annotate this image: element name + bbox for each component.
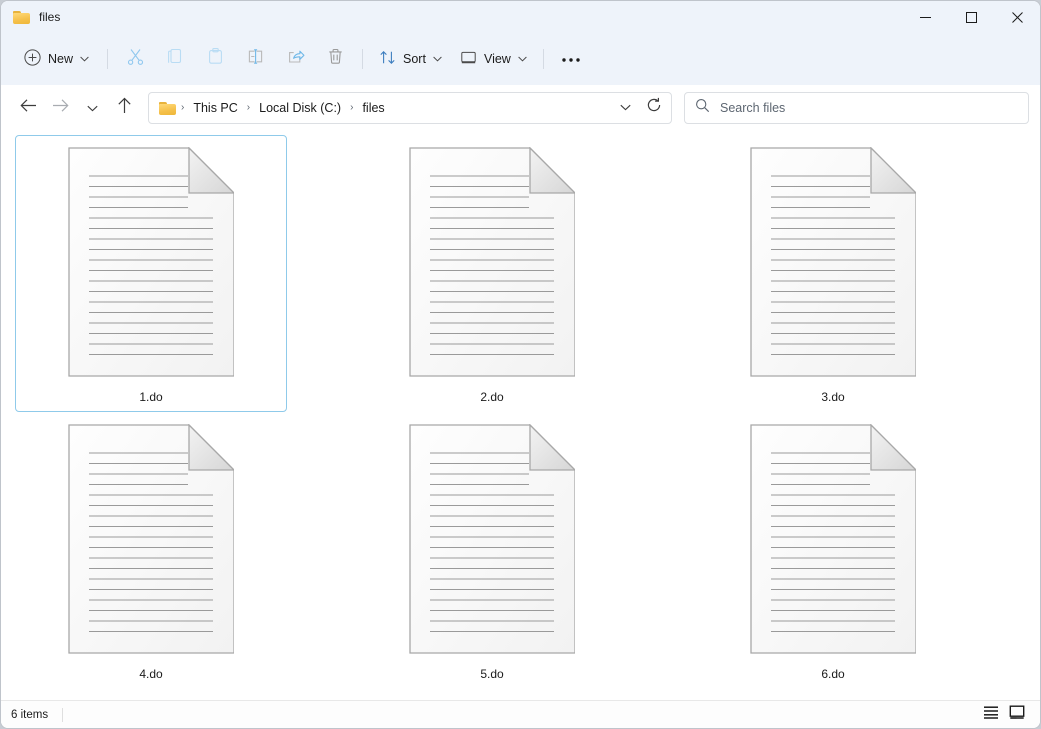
chevron-down-icon — [433, 55, 442, 64]
status-bar: 6 items — [1, 700, 1040, 728]
folder-icon — [13, 10, 30, 24]
document-icon — [750, 424, 916, 654]
new-button-label: New — [48, 52, 74, 66]
paste-icon — [206, 47, 225, 71]
address-dropdown-button[interactable] — [611, 94, 639, 122]
file-name-label: 6.do — [821, 667, 845, 681]
cut-button[interactable] — [115, 43, 155, 75]
forward-arrow-icon — [52, 98, 69, 118]
view-button-label: View — [483, 52, 511, 66]
scissors-icon — [126, 47, 145, 71]
up-arrow-icon — [117, 97, 132, 119]
navigation-bar: › This PC › Local Disk (C:) › files Sear… — [1, 85, 1040, 130]
breadcrumb: › This PC › Local Disk (C:) › files — [159, 98, 611, 118]
document-icon — [68, 424, 234, 654]
view-toggles — [980, 704, 1030, 726]
file-list-area[interactable]: 1.do 2.do 3.do 4.do 5.do 6.do — [1, 130, 1040, 700]
file-item-4[interactable]: 4.do — [15, 412, 287, 689]
address-bar[interactable]: › This PC › Local Disk (C:) › files — [148, 91, 672, 124]
breadcrumb-item-this-pc[interactable]: This PC — [187, 98, 243, 118]
sort-button-label: Sort — [403, 52, 426, 66]
file-item-2[interactable]: 2.do — [356, 135, 628, 412]
title-bar: files — [1, 1, 1040, 33]
document-icon — [750, 147, 916, 377]
large-icons-view-icon — [1009, 705, 1025, 724]
new-button[interactable]: New — [15, 43, 98, 75]
view-button[interactable]: View — [451, 43, 536, 75]
breadcrumb-separator: › — [181, 102, 185, 113]
file-name-label: 2.do — [480, 390, 504, 404]
minimize-button[interactable] — [902, 1, 948, 33]
details-view-icon — [983, 705, 999, 724]
back-arrow-icon — [19, 98, 37, 118]
breadcrumb-item-files[interactable]: files — [356, 98, 390, 118]
search-icon — [695, 98, 710, 118]
document-icon — [409, 424, 575, 654]
tab-title: files — [39, 10, 61, 24]
close-button[interactable] — [994, 1, 1040, 33]
rename-button[interactable] — [235, 43, 275, 75]
search-input[interactable]: Search files — [684, 91, 1029, 124]
recent-locations-button[interactable] — [76, 92, 108, 124]
folder-icon — [159, 101, 176, 115]
file-grid: 1.do 2.do 3.do 4.do 5.do 6.do — [15, 135, 1040, 689]
up-button[interactable] — [108, 92, 140, 124]
file-explorer-window: files New Sort View › This PC › Local Di… — [0, 0, 1041, 729]
refresh-button[interactable] — [639, 94, 669, 122]
sort-button[interactable]: Sort — [370, 43, 451, 75]
file-name-label: 5.do — [480, 667, 504, 681]
share-icon — [286, 47, 305, 71]
large-icons-view-button[interactable] — [1006, 704, 1028, 726]
ellipsis-icon — [561, 50, 581, 68]
monitor-icon — [460, 49, 477, 69]
item-count-label: 6 items — [11, 708, 49, 721]
file-name-label: 3.do — [821, 390, 845, 404]
file-name-label: 1.do — [139, 390, 163, 404]
toolbar-divider-2 — [362, 49, 364, 69]
file-item-1[interactable]: 1.do — [15, 135, 287, 412]
file-item-3[interactable]: 3.do — [697, 135, 969, 412]
see-more-button[interactable] — [551, 43, 591, 75]
maximize-button[interactable] — [948, 1, 994, 33]
refresh-icon — [646, 97, 662, 118]
back-button[interactable] — [12, 92, 44, 124]
breadcrumb-item-local-disk[interactable]: Local Disk (C:) — [253, 98, 347, 118]
chevron-down-icon — [86, 99, 98, 117]
chevron-down-icon — [518, 55, 527, 64]
search-placeholder: Search files — [720, 100, 786, 115]
status-divider — [62, 707, 64, 722]
file-item-6[interactable]: 6.do — [697, 412, 969, 689]
copy-button[interactable] — [155, 43, 195, 75]
breadcrumb-separator: › — [350, 102, 354, 113]
copy-icon — [166, 47, 185, 71]
sort-arrows-icon — [379, 49, 396, 69]
window-controls — [902, 1, 1040, 33]
breadcrumb-separator: › — [246, 102, 251, 113]
forward-button[interactable] — [44, 92, 76, 124]
command-bar: New Sort View — [1, 33, 1040, 85]
chevron-down-icon — [80, 55, 89, 64]
file-item-5[interactable]: 5.do — [356, 412, 628, 689]
plus-circle-icon — [24, 49, 41, 69]
paste-button[interactable] — [195, 43, 235, 75]
details-view-button[interactable] — [980, 704, 1002, 726]
rename-icon — [246, 47, 265, 71]
document-icon — [68, 147, 234, 377]
toolbar-divider-3 — [542, 49, 544, 69]
document-icon — [409, 147, 575, 377]
trash-icon — [326, 47, 345, 71]
toolbar-divider — [107, 49, 109, 69]
file-name-label: 4.do — [139, 667, 163, 681]
delete-button[interactable] — [315, 43, 355, 75]
share-button[interactable] — [275, 43, 315, 75]
window-tab-files[interactable]: files — [1, 1, 75, 33]
